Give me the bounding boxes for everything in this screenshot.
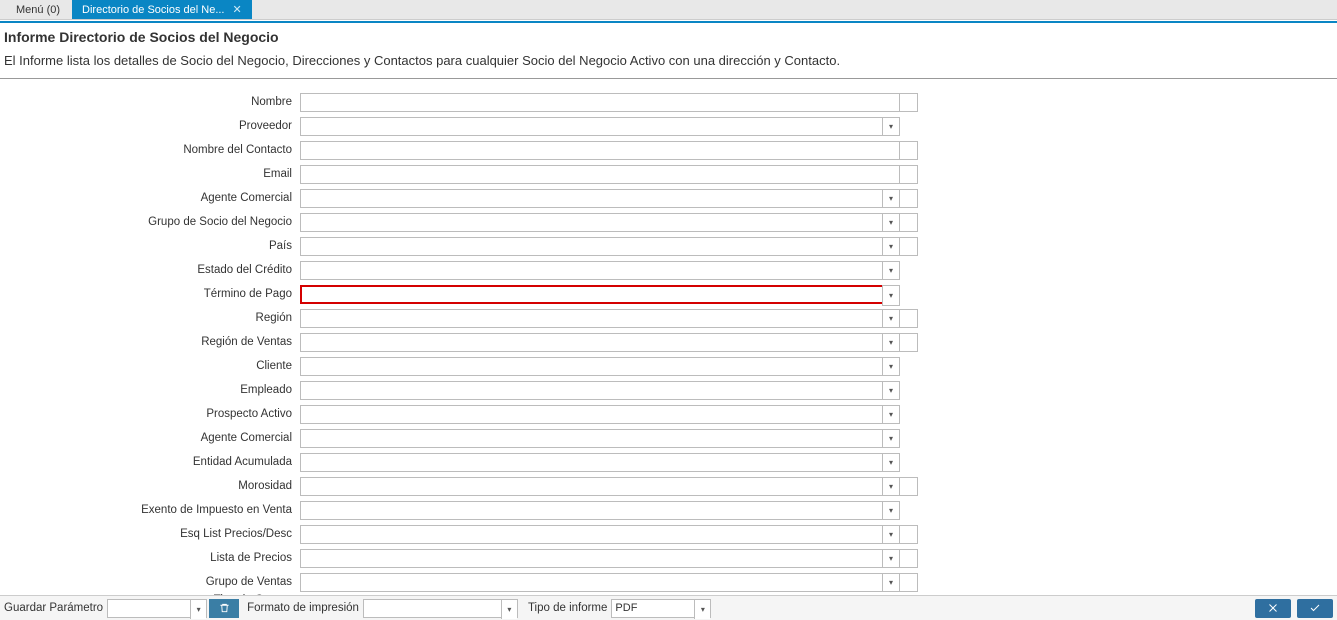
lookup-icon[interactable]: [900, 213, 918, 232]
lookup-icon[interactable]: [900, 573, 918, 592]
select-grupo-ventas[interactable]: ▾: [300, 573, 900, 592]
lookup-icon[interactable]: [900, 189, 918, 208]
label-region: Región: [0, 312, 300, 324]
lookup-icon[interactable]: [900, 525, 918, 544]
tab-bar: Menú (0) Directorio de Socios del Ne... …: [0, 0, 1337, 20]
select-tipo-informe[interactable]: PDF ▾: [611, 599, 711, 618]
lookup-icon[interactable]: [900, 333, 918, 352]
label-agente-comercial2: Agente Comercial: [0, 432, 300, 444]
label-empleado: Empleado: [0, 384, 300, 396]
label-email: Email: [0, 168, 300, 180]
select-exento-impuesto[interactable]: ▾: [300, 501, 900, 520]
select-entidad-acumulada[interactable]: ▾: [300, 453, 900, 472]
chevron-down-icon[interactable]: ▾: [694, 600, 710, 619]
chevron-down-icon[interactable]: ▾: [882, 261, 900, 280]
input-nombre-contacto[interactable]: [300, 141, 900, 160]
select-prospecto[interactable]: ▾: [300, 405, 900, 424]
label-guardar-parametro: Guardar Parámetro: [4, 602, 103, 614]
label-termino-pago: Término de Pago: [0, 288, 300, 300]
label-cliente: Cliente: [0, 360, 300, 372]
label-grupo-ventas: Grupo de Ventas: [0, 576, 300, 588]
select-termino-pago[interactable]: ▾: [300, 285, 900, 304]
chevron-down-icon[interactable]: ▾: [882, 357, 900, 376]
label-agente-comercial: Agente Comercial: [0, 192, 300, 204]
page-description: El Informe lista los detalles de Socio d…: [0, 49, 1337, 79]
lookup-icon[interactable]: [900, 477, 918, 496]
chevron-down-icon[interactable]: ▾: [882, 333, 900, 352]
select-esq-list[interactable]: ▾: [300, 525, 900, 544]
select-pais[interactable]: ▾: [300, 237, 900, 256]
label-lista-precios: Lista de Precios: [0, 552, 300, 564]
lookup-icon[interactable]: [900, 141, 918, 160]
label-tipo-informe: Tipo de informe: [528, 602, 607, 614]
select-guardar-parametro[interactable]: ▾: [107, 599, 207, 618]
lookup-icon[interactable]: [900, 237, 918, 256]
select-agente-comercial[interactable]: ▾: [300, 189, 900, 208]
label-nombre: Nombre: [0, 96, 300, 108]
trash-icon: [219, 602, 230, 614]
label-formato-impresion: Formato de impresión: [247, 602, 359, 614]
lookup-icon[interactable]: [900, 93, 918, 112]
chevron-down-icon[interactable]: ▾: [882, 189, 900, 208]
chevron-down-icon[interactable]: ▾: [882, 213, 900, 232]
tab-menu[interactable]: Menú (0): [6, 0, 70, 19]
select-lista-precios[interactable]: ▾: [300, 549, 900, 568]
select-region[interactable]: ▾: [300, 309, 900, 328]
chevron-down-icon[interactable]: ▾: [190, 600, 206, 619]
label-esq-list: Esq List Precios/Desc: [0, 528, 300, 540]
tab-menu-label: Menú (0): [16, 4, 60, 16]
chevron-down-icon[interactable]: ▾: [882, 453, 900, 472]
select-estado-credito[interactable]: ▾: [300, 261, 900, 280]
lookup-icon[interactable]: [900, 309, 918, 328]
chevron-down-icon[interactable]: ▾: [882, 477, 900, 496]
form-body: Nombre Proveedor ▾ Nombre del Contacto E…: [0, 84, 1337, 595]
select-cliente[interactable]: ▾: [300, 357, 900, 376]
select-proveedor[interactable]: ▾: [300, 117, 900, 136]
footer-bar: Guardar Parámetro ▾ Formato de impresión…: [0, 595, 1337, 620]
check-icon: [1308, 602, 1322, 614]
tab-directorio[interactable]: Directorio de Socios del Ne... ✕: [72, 0, 252, 19]
page-title: Informe Directorio de Socios del Negocio: [0, 23, 1337, 49]
chevron-down-icon[interactable]: ▾: [501, 600, 517, 619]
label-morosidad: Morosidad: [0, 480, 300, 492]
tab-directorio-label: Directorio de Socios del Ne...: [82, 4, 224, 16]
select-morosidad[interactable]: ▾: [300, 477, 900, 496]
input-nombre[interactable]: [300, 93, 900, 112]
chevron-down-icon[interactable]: ▾: [882, 501, 900, 520]
label-exento-impuesto: Exento de Impuesto en Venta: [0, 504, 300, 516]
label-region-ventas: Región de Ventas: [0, 336, 300, 348]
select-empleado[interactable]: ▾: [300, 381, 900, 400]
label-nombre-contacto: Nombre del Contacto: [0, 144, 300, 156]
label-prospecto: Prospecto Activo: [0, 408, 300, 420]
chevron-down-icon[interactable]: ▾: [882, 429, 900, 448]
label-grupo-socio: Grupo de Socio del Negocio: [0, 216, 300, 228]
chevron-down-icon[interactable]: ▾: [882, 117, 900, 136]
chevron-down-icon[interactable]: ▾: [882, 237, 900, 256]
close-icon[interactable]: ✕: [232, 3, 241, 16]
chevron-down-icon[interactable]: ▾: [882, 549, 900, 568]
delete-button[interactable]: [209, 599, 239, 618]
label-estado-credito: Estado del Crédito: [0, 264, 300, 276]
x-icon: [1266, 602, 1280, 614]
form-viewport[interactable]: Nombre Proveedor ▾ Nombre del Contacto E…: [0, 84, 1337, 595]
label-entidad-acumulada: Entidad Acumulada: [0, 456, 300, 468]
input-email[interactable]: [300, 165, 900, 184]
confirm-button[interactable]: [1297, 599, 1333, 618]
lookup-icon[interactable]: [900, 549, 918, 568]
chevron-down-icon[interactable]: ▾: [882, 381, 900, 400]
tipo-informe-value: PDF: [615, 602, 637, 614]
lookup-icon[interactable]: [900, 165, 918, 184]
select-agente-comercial2[interactable]: ▾: [300, 429, 900, 448]
chevron-down-icon[interactable]: ▾: [882, 405, 900, 424]
select-grupo-socio[interactable]: ▾: [300, 213, 900, 232]
chevron-down-icon[interactable]: ▾: [882, 285, 900, 306]
select-region-ventas[interactable]: ▾: [300, 333, 900, 352]
label-pais: País: [0, 240, 300, 252]
select-formato-impresion[interactable]: ▾: [363, 599, 518, 618]
cancel-button[interactable]: [1255, 599, 1291, 618]
chevron-down-icon[interactable]: ▾: [882, 525, 900, 544]
label-proveedor: Proveedor: [0, 120, 300, 132]
chevron-down-icon[interactable]: ▾: [882, 309, 900, 328]
chevron-down-icon[interactable]: ▾: [882, 573, 900, 592]
